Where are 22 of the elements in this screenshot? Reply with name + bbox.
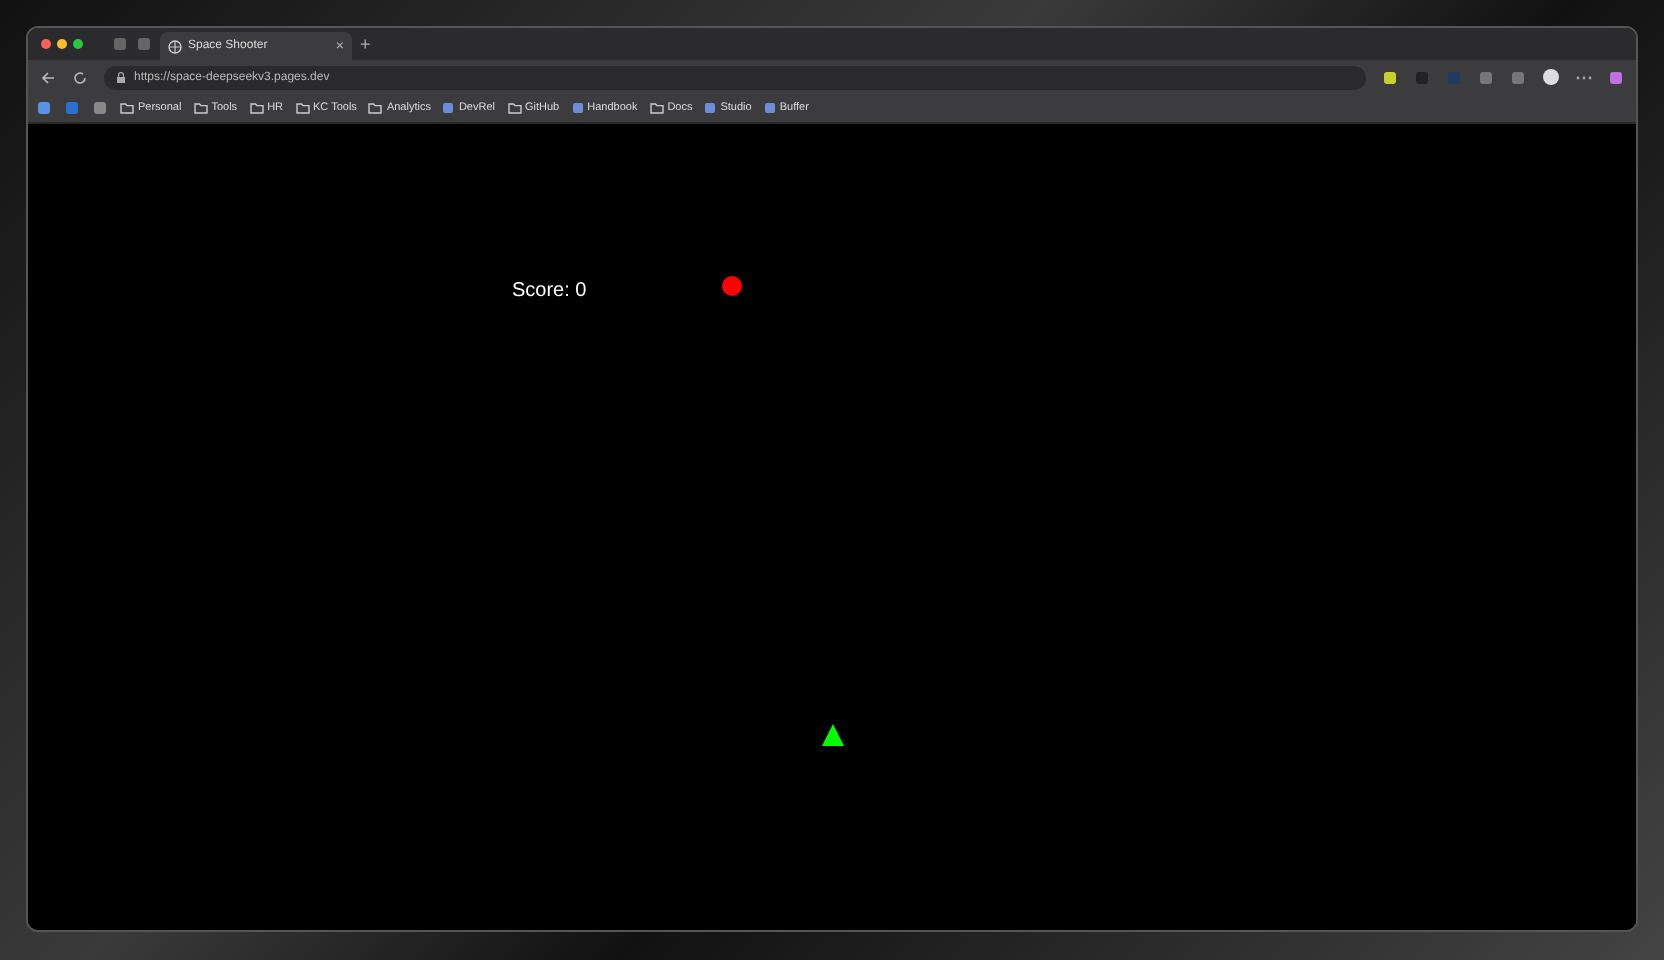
site-icon: [571, 102, 584, 114]
folder-icon: [649, 102, 664, 114]
enemy-ball: [722, 276, 742, 296]
score-text: Score: 0: [512, 280, 587, 302]
folder-icon: [507, 102, 521, 114]
site-icon: [704, 102, 717, 114]
folder-icon: [249, 102, 264, 114]
window-controls-icon[interactable]: [40, 38, 84, 50]
avatar-icon[interactable]: [1542, 68, 1560, 86]
new-tab-button[interactable]: +: [360, 34, 371, 54]
site-icon: [763, 102, 776, 114]
more-icon[interactable]: [1576, 73, 1592, 81]
reload-icon[interactable]: [72, 69, 88, 85]
site-icon: [442, 102, 455, 114]
folder-icon: [193, 102, 208, 114]
player-ship: [822, 724, 844, 746]
folder-icon: [295, 102, 310, 114]
folder-icon: [120, 102, 134, 114]
lock-icon: [116, 71, 126, 83]
globe-icon: [168, 39, 182, 53]
back-icon[interactable]: [40, 69, 56, 85]
folder-icon: [368, 102, 383, 114]
